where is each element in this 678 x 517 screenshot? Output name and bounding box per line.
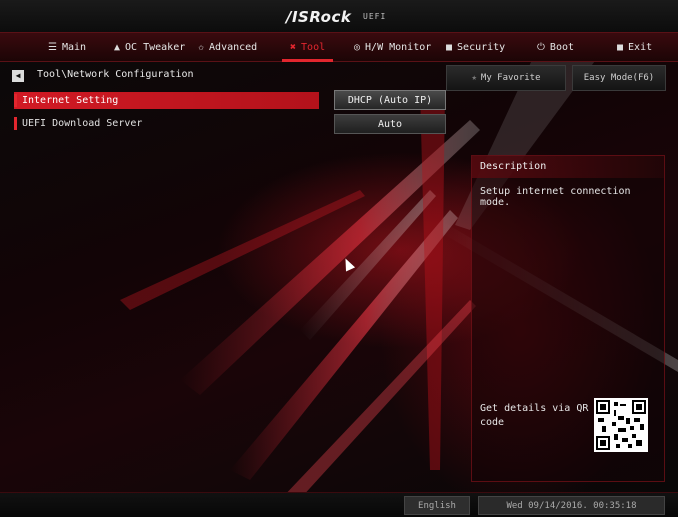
download-server-value[interactable]: Auto (334, 114, 446, 134)
setting-uefi-download-server[interactable]: UEFI Download Server (14, 115, 142, 132)
power-icon: ⏻ (537, 41, 545, 53)
menu-oc-tweaker-label: OC Tweaker (125, 41, 186, 53)
setting-internet[interactable]: Internet Setting (14, 92, 319, 109)
monitor-icon: ◎ (354, 41, 361, 53)
description-title: Description (472, 156, 664, 178)
exit-icon: ■ (617, 41, 624, 53)
my-favorite-label: My Favorite (480, 73, 541, 83)
setting-uefi-download-server-label: UEFI Download Server (22, 118, 143, 129)
list-icon: ☰ (48, 41, 57, 53)
menu-main[interactable]: ☰ Main (48, 33, 86, 61)
qr-code-icon (594, 398, 648, 452)
internet-setting-value[interactable]: DHCP (Auto IP) (334, 90, 446, 110)
asrock-logo: /ISRock (286, 8, 352, 26)
menu-tool[interactable]: ✖ Tool (281, 33, 334, 62)
shield-icon: ■ (446, 41, 453, 53)
breadcrumb: Tool\Network Configuration (37, 69, 194, 80)
description-panel: Description Setup internet connection mo… (471, 155, 665, 482)
easy-mode-label: Easy Mode(F6) (583, 73, 655, 83)
row-marker (14, 117, 17, 130)
uefi-label: UEFI (363, 12, 387, 21)
qr-label: Get details via QR code (480, 403, 589, 428)
menu-security[interactable]: ■ Security (446, 33, 505, 61)
language-button[interactable]: English (404, 496, 470, 515)
datetime-display: Wed 09/14/2016. 00:35:18 (478, 496, 665, 515)
menu-tool-label: Tool (301, 41, 326, 53)
tool-icon: ✖ (290, 41, 297, 53)
favorite-star-icon: ★ (471, 73, 477, 83)
menu-oc-tweaker[interactable]: ▲ OC Tweaker (114, 33, 185, 61)
row-marker (14, 94, 17, 107)
menu-exit-label: Exit (628, 41, 653, 53)
star-icon: ✩ (198, 41, 205, 53)
setting-internet-label: Internet Setting (22, 95, 119, 106)
my-favorite-button[interactable]: ★ My Favorite (446, 65, 566, 91)
description-text: Setup internet connection mode. (480, 186, 631, 208)
menu-boot[interactable]: ⏻ Boot (537, 33, 574, 61)
easy-mode-button[interactable]: Easy Mode(F6) (572, 65, 666, 91)
menu-main-label: Main (61, 41, 87, 53)
title-bar: /ISRock UEFI (0, 0, 678, 32)
menu-advanced[interactable]: ✩ Advanced (198, 33, 257, 61)
menu-advanced-label: Advanced (209, 41, 258, 53)
rocket-icon: ▲ (114, 41, 121, 53)
menu-hw-monitor-label: H/W Monitor (365, 41, 432, 53)
menu-boot-label: Boot (549, 41, 575, 53)
back-button[interactable]: ◀ (12, 70, 24, 82)
menu-exit[interactable]: ■ Exit (617, 33, 652, 61)
menu-security-label: Security (457, 41, 506, 53)
menu-hw-monitor[interactable]: ◎ H/W Monitor (354, 33, 431, 61)
menu-bar: ☰ Main ▲ OC Tweaker ✩ Advanced ✖ Tool ◎ … (0, 32, 678, 62)
